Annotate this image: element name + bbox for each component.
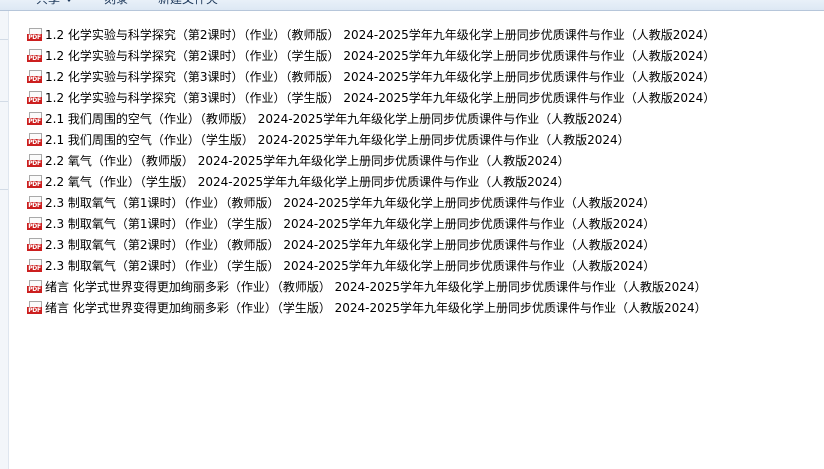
file-name: 2.3 制取氧气（第2课时）（作业）（教师版） 2024-2025学年九年级化学…: [45, 237, 656, 252]
pdf-icon: PDF: [27, 195, 43, 210]
pdf-badge: PDF: [27, 138, 42, 146]
pdf-icon: PDF: [27, 300, 43, 315]
chevron-down-icon: [65, 0, 74, 2]
file-item[interactable]: PDF 2.3 制取氧气（第1课时）（作业）（学生版） 2024-2025学年九年…: [27, 213, 817, 234]
file-list: PDF 1.2 化学实验与科学探究（第2课时）（作业）（教师版） 2024-202…: [27, 24, 817, 318]
navigation-pane-edge[interactable]: [0, 11, 9, 469]
share-menu-button[interactable]: 共享: [36, 0, 74, 8]
pdf-badge: PDF: [27, 75, 42, 83]
file-name: 1.2 化学实验与科学探究（第3课时）（作业）（学生版） 2024-2025学年…: [45, 90, 716, 105]
pdf-icon: PDF: [27, 258, 43, 273]
share-label: 共享: [36, 0, 60, 6]
nav-divider: [0, 101, 8, 102]
pdf-badge: PDF: [27, 243, 42, 251]
pdf-badge: PDF: [27, 222, 42, 230]
pdf-icon: PDF: [27, 216, 43, 231]
file-name: 2.2 氧气（作业）（教师版） 2024-2025学年九年级化学上册同步优质课件…: [45, 153, 570, 168]
pdf-badge: PDF: [27, 180, 42, 188]
file-item[interactable]: PDF 2.1 我们周围的空气（作业）（学生版） 2024-2025学年九年级化学…: [27, 129, 817, 150]
pdf-icon: PDF: [27, 27, 43, 42]
file-item[interactable]: PDF 2.3 制取氧气（第2课时）（作业）（教师版） 2024-2025学年九年…: [27, 234, 817, 255]
file-name: 1.2 化学实验与科学探究（第2课时）（作业）（教师版） 2024-2025学年…: [45, 27, 716, 42]
pdf-badge: PDF: [27, 285, 42, 293]
pdf-badge: PDF: [27, 54, 42, 62]
file-name: 2.1 我们周围的空气（作业）（教师版） 2024-2025学年九年级化学上册同…: [45, 111, 630, 126]
explorer-window: 共享 刻录 新建文件夹 PDF1.2 化学实验与科学探究（第2课时）（作业）（教…: [0, 0, 824, 469]
file-item[interactable]: PDF 2.3 制取氧气（第1课时）（作业）（教师版） 2024-2025学年九年…: [27, 192, 817, 213]
pdf-badge: PDF: [27, 96, 42, 104]
file-name: 2.3 制取氧气（第1课时）（作业）（学生版） 2024-2025学年九年级化学…: [45, 216, 656, 231]
file-item[interactable]: PDF 2.2 氧气（作业）（教师版） 2024-2025学年九年级化学上册同步优…: [27, 150, 817, 171]
pdf-icon: PDF: [27, 153, 43, 168]
pdf-icon: PDF: [27, 237, 43, 252]
burn-button[interactable]: 刻录: [104, 0, 128, 8]
pdf-icon: PDF: [27, 132, 43, 147]
nav-divider: [0, 39, 8, 40]
file-name: 2.1 我们周围的空气（作业）（学生版） 2024-2025学年九年级化学上册同…: [45, 132, 630, 147]
file-name: 2.3 制取氧气（第1课时）（作业）（教师版） 2024-2025学年九年级化学…: [45, 195, 656, 210]
file-name: 2.3 制取氧气（第2课时）（作业）（学生版） 2024-2025学年九年级化学…: [45, 258, 656, 273]
nav-divider: [0, 189, 8, 190]
pdf-icon: PDF: [27, 90, 43, 105]
pdf-badge: PDF: [27, 306, 42, 314]
command-bar: 共享 刻录 新建文件夹: [0, 0, 824, 11]
file-item[interactable]: PDF 1.2 化学实验与科学探究（第3课时）（作业）（学生版） 2024-202…: [27, 87, 817, 108]
new-folder-button[interactable]: 新建文件夹: [158, 0, 218, 8]
file-item[interactable]: PDF 2.2 氧气（作业）（学生版） 2024-2025学年九年级化学上册同步优…: [27, 171, 817, 192]
file-item[interactable]: PDF 1.2 化学实验与科学探究（第2课时）（作业）（学生版） 2024-202…: [27, 45, 817, 66]
pdf-icon: PDF: [27, 69, 43, 84]
file-item[interactable]: PDF 1.2 化学实验与科学探究（第3课时）（作业）（教师版） 2024-202…: [27, 66, 817, 87]
file-item[interactable]: PDF 1.2 化学实验与科学探究（第2课时）（作业）（教师版） 2024-202…: [27, 24, 817, 45]
file-item[interactable]: PDF 2.1 我们周围的空气（作业）（教师版） 2024-2025学年九年级化学…: [27, 108, 817, 129]
file-name: 绪言 化学式世界变得更加绚丽多彩（作业）（学生版） 2024-2025学年九年级…: [45, 300, 707, 315]
pdf-badge: PDF: [27, 264, 42, 272]
file-name: 1.2 化学实验与科学探究（第2课时）（作业）（学生版） 2024-2025学年…: [45, 48, 716, 63]
file-name: 1.2 化学实验与科学探究（第3课时）（作业）（教师版） 2024-2025学年…: [45, 69, 716, 84]
file-name: 绪言 化学式世界变得更加绚丽多彩（作业）（教师版） 2024-2025学年九年级…: [45, 279, 707, 294]
pdf-icon: PDF: [27, 174, 43, 189]
pdf-icon: PDF: [27, 279, 43, 294]
file-name: 2.2 氧气（作业）（学生版） 2024-2025学年九年级化学上册同步优质课件…: [45, 174, 570, 189]
file-item[interactable]: PDF 绪言 化学式世界变得更加绚丽多彩（作业）（教师版） 2024-2025学年…: [27, 276, 817, 297]
pdf-badge: PDF: [27, 159, 42, 167]
pdf-icon: PDF: [27, 48, 43, 63]
pdf-badge: PDF: [27, 201, 42, 209]
pdf-badge: PDF: [27, 117, 42, 125]
file-item[interactable]: PDF 绪言 化学式世界变得更加绚丽多彩（作业）（学生版） 2024-2025学年…: [27, 297, 817, 318]
file-item[interactable]: PDF 2.3 制取氧气（第2课时）（作业）（学生版） 2024-2025学年九年…: [27, 255, 817, 276]
pdf-badge: PDF: [27, 33, 42, 41]
pdf-icon: PDF: [27, 111, 43, 126]
